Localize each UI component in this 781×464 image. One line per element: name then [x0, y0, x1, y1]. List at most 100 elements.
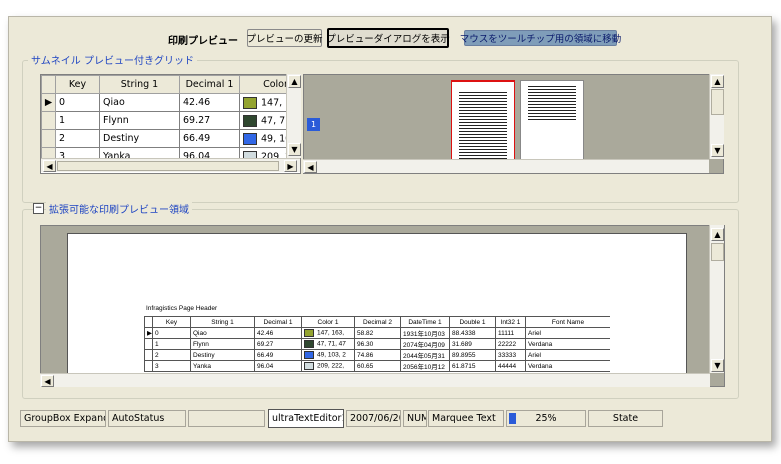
- thumbnail-scroll-thumb[interactable]: [711, 89, 724, 115]
- update-preview-button[interactable]: プレビューの更新: [247, 29, 323, 47]
- preview-header: Key: [152, 316, 191, 328]
- scroll-left-icon[interactable]: ◀: [41, 375, 54, 387]
- row-selector[interactable]: [41, 129, 56, 148]
- preview-cell: Flynn: [190, 338, 255, 350]
- preview-header: Color 1: [301, 316, 355, 328]
- status-autostatus: AutoStatus: [108, 410, 186, 427]
- toolbar-title: 印刷プレビュー: [168, 36, 238, 47]
- page-number-badge[interactable]: 1: [307, 118, 320, 131]
- preview-header: Decimal 1: [254, 316, 302, 328]
- preview-cell: 61.8715: [449, 360, 496, 372]
- scroll-down-icon[interactable]: ▼: [711, 144, 724, 157]
- cell-string[interactable]: Destiny: [99, 129, 180, 148]
- grid-header-decimal[interactable]: Decimal 1: [179, 75, 240, 94]
- preview-group-title: 拡張可能な印刷プレビュー領域: [46, 201, 192, 216]
- status-progress: 25%: [506, 410, 586, 427]
- grid-horizontal-scrollbar[interactable]: ◀ ▶: [41, 158, 300, 172]
- scroll-left-icon[interactable]: ◀: [304, 161, 317, 173]
- print-preview-area[interactable]: Infragistics Page Header Key String 1 De…: [40, 225, 725, 387]
- cell-string[interactable]: Flynn: [99, 111, 180, 130]
- color-text: 49, 103, 2: [317, 351, 346, 359]
- thumbnail-page-1[interactable]: [451, 80, 515, 162]
- color-swatch: [304, 351, 314, 359]
- scroll-up-icon[interactable]: ▲: [711, 228, 724, 241]
- preview-row-selector-icon: ▶: [144, 327, 153, 339]
- scroll-down-icon[interactable]: ▼: [288, 143, 301, 156]
- grid-header-key[interactable]: Key: [55, 75, 100, 94]
- preview-cell: Verdana: [525, 360, 610, 372]
- page-content-lines: [459, 90, 507, 162]
- preview-vertical-scrollbar[interactable]: ▲ ▼: [709, 225, 724, 373]
- cell-decimal[interactable]: 42.46: [179, 93, 240, 112]
- grid-vertical-scrollbar[interactable]: ▲ ▼: [286, 74, 301, 158]
- preview-cell: Ariel: [525, 349, 610, 361]
- preview-cell: 69.27: [254, 338, 302, 350]
- preview-cell: Yanka: [190, 360, 255, 372]
- thumbnail-vertical-scrollbar[interactable]: ▲ ▼: [709, 74, 724, 159]
- preview-cell-color: 209, 222,: [301, 360, 355, 372]
- scroll-right-icon[interactable]: ▶: [284, 160, 297, 172]
- preview-cell: 42.46: [254, 327, 302, 339]
- show-preview-dialog-button[interactable]: プレビューダイアログを表示: [326, 28, 450, 48]
- preview-cell-color: 47, 71, 47: [301, 338, 355, 350]
- color-text: 209, 222,: [317, 362, 345, 370]
- preview-cell: 2074年04月09: [400, 338, 450, 350]
- preview-cell-color: 147, 163,: [301, 327, 355, 339]
- status-text-editor[interactable]: ultraTextEditor1: [268, 409, 344, 428]
- preview-cell: 58.82: [354, 327, 401, 339]
- preview-cell: 2056年10月12: [400, 360, 450, 372]
- table-row[interactable]: 1 Flynn 69.27 47, 71,: [41, 111, 300, 130]
- preview-header: DateTime 1: [400, 316, 450, 328]
- thumbnail-horizontal-scrollbar[interactable]: ◀: [303, 159, 709, 173]
- status-marquee: Marquee Text: [428, 410, 504, 427]
- cell-key[interactable]: 1: [55, 111, 100, 130]
- scroll-up-icon[interactable]: ▲: [288, 75, 301, 88]
- preview-cell: 33333: [495, 349, 526, 361]
- color-text: 147, 163,: [317, 329, 345, 337]
- status-state: State: [588, 410, 663, 427]
- preview-horizontal-scrollbar[interactable]: ◀: [40, 373, 710, 387]
- table-row[interactable]: 2 Destiny 66.49 49, 103,: [41, 129, 300, 148]
- status-empty: [188, 410, 265, 427]
- row-selector-icon[interactable]: ▶: [41, 93, 56, 112]
- collapse-icon[interactable]: −: [33, 203, 44, 214]
- thumbnail-group-title: サムネイル プレビュー付きグリッド: [28, 52, 197, 67]
- preview-cell: 2044年05月31: [400, 349, 450, 361]
- cell-key[interactable]: 2: [55, 129, 100, 148]
- preview-cell-color: 49, 103, 2: [301, 349, 355, 361]
- preview-header: Font Name: [525, 316, 610, 328]
- preview-cell: 0: [152, 327, 191, 339]
- preview-table-wrap: Key String 1 Decimal 1 Color 1 Decimal 2…: [144, 316, 610, 372]
- page-content-lines: [528, 84, 576, 122]
- cell-decimal[interactable]: 69.27: [179, 111, 240, 130]
- cell-string[interactable]: Qiao: [99, 93, 180, 112]
- preview-cell: 31.689: [449, 338, 496, 350]
- grid-header-string[interactable]: String 1: [99, 75, 180, 94]
- thumbnail-page-2[interactable]: [520, 80, 584, 162]
- preview-row: ▶ 0 Qiao 42.46 147, 163, 58.82 1931年10月0…: [144, 327, 610, 339]
- color-swatch: [304, 340, 314, 348]
- grid-scroll-thumb[interactable]: [57, 161, 279, 171]
- row-selector[interactable]: [41, 111, 56, 130]
- preview-row-selector: [144, 349, 153, 361]
- status-num: NUM: [403, 410, 427, 427]
- preview-row: 1 Flynn 69.27 47, 71, 47 96.30 2074年04月0…: [144, 338, 610, 350]
- tooltip-area-button[interactable]: マウスをツールチップ用の領域に移動: [460, 30, 621, 46]
- preview-cell: 11111: [495, 327, 526, 339]
- cell-key[interactable]: 0: [55, 93, 100, 112]
- status-date: 2007/06/20: [346, 410, 401, 427]
- scroll-up-icon[interactable]: ▲: [711, 75, 724, 88]
- preview-row-selector: [144, 360, 153, 372]
- preview-header: Decimal 2: [354, 316, 401, 328]
- preview-header: Int32 1: [495, 316, 526, 328]
- preview-row: 3 Yanka 96.04 209, 222, 60.65 2056年10月12…: [144, 360, 610, 372]
- table-row[interactable]: ▶ 0 Qiao 42.46 147, 16: [41, 93, 300, 112]
- cell-decimal[interactable]: 66.49: [179, 129, 240, 148]
- preview-scroll-thumb[interactable]: [711, 243, 724, 261]
- preview-cell: 74.86: [354, 349, 401, 361]
- scroll-down-icon[interactable]: ▼: [711, 359, 724, 372]
- preview-cell: 1931年10月03: [400, 327, 450, 339]
- preview-cell: 89.8955: [449, 349, 496, 361]
- preview-cell: Verdana: [525, 338, 610, 350]
- scroll-left-icon[interactable]: ◀: [43, 160, 56, 172]
